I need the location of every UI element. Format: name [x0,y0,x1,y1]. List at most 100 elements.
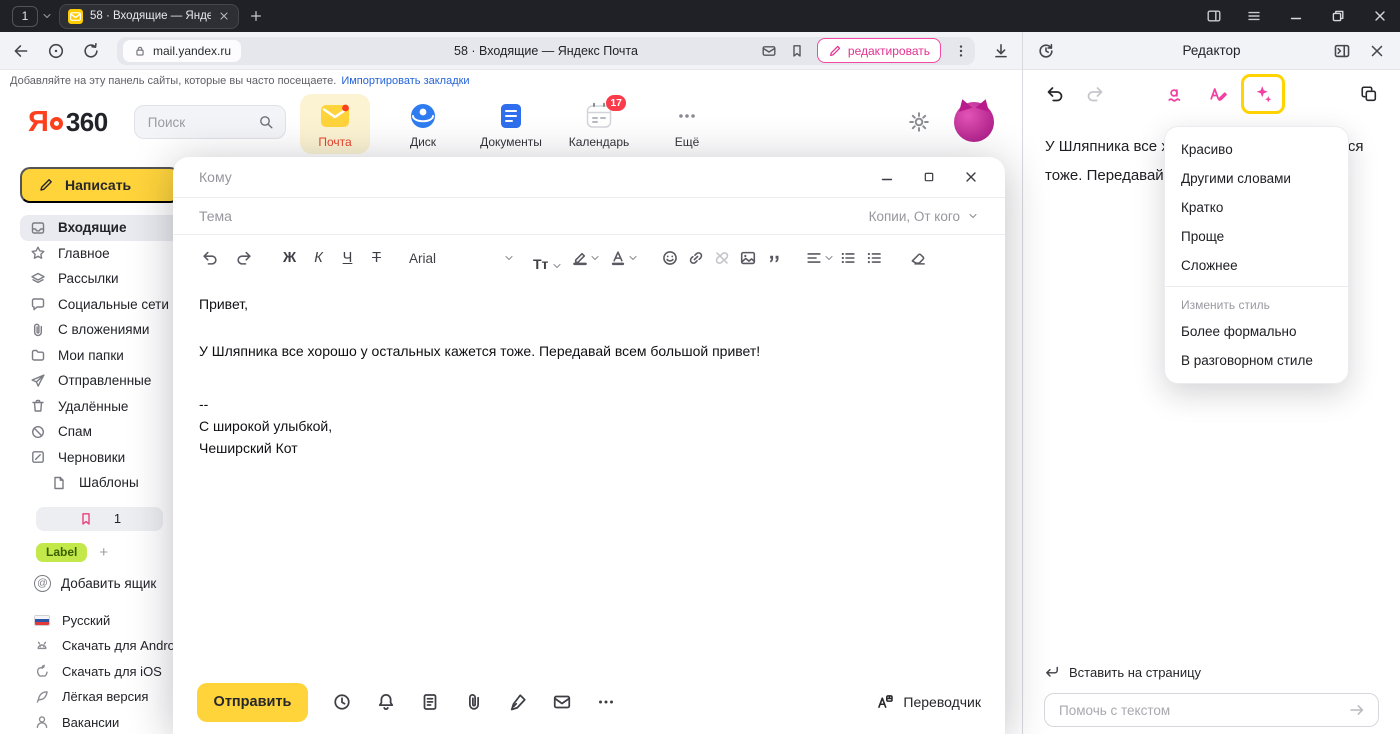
yandex-button-icon[interactable] [47,42,65,60]
window-minimize-button[interactable] [1288,8,1304,24]
compose-button[interactable]: Написать [20,167,180,203]
attach-file-icon[interactable] [464,692,484,712]
settings-gear-icon[interactable] [908,111,930,133]
compose-minimize-icon[interactable] [879,169,895,185]
rewrite-text-icon[interactable] [1203,77,1233,111]
clear-formatting-button[interactable] [905,244,931,272]
menu-item-beautiful[interactable]: Красиво [1165,135,1348,164]
editor-undo-button[interactable] [1045,84,1065,104]
align-button[interactable] [805,244,835,272]
avatar[interactable] [954,102,994,142]
blockquote-button[interactable] [761,244,787,272]
tab-panels-icon[interactable] [1206,8,1222,24]
menu-item-more-complex[interactable]: Сложнее [1165,251,1348,280]
insert-image-button[interactable] [735,244,761,272]
window-restore-button[interactable] [1330,8,1346,24]
text-color-button[interactable] [609,244,639,272]
bold-button[interactable]: Ж [275,244,304,272]
tab-list-chevron-icon[interactable] [41,10,53,22]
fix-errors-icon[interactable] [1161,77,1191,111]
back-button[interactable] [12,42,30,60]
service-docs[interactable]: Документы [476,94,546,154]
import-bookmarks-link[interactable]: Импортировать закладки [341,75,469,87]
schedule-send-icon[interactable] [332,692,352,712]
more-options-icon[interactable] [596,692,616,712]
menu-item-other-words[interactable]: Другими словами [1165,164,1348,193]
tab-counter[interactable]: 1 [12,6,38,27]
search-box[interactable] [134,105,286,139]
browser-menu-icon[interactable] [1246,8,1262,24]
menu-item-conversational[interactable]: В разговорном стиле [1165,346,1348,375]
undo-button[interactable] [197,244,223,272]
address-kebab-menu-icon[interactable] [953,43,969,59]
chevron-down-icon [551,260,563,272]
chevron-down-icon [627,252,639,264]
compose-to-row[interactable]: Кому [173,157,1005,198]
compose-close-icon[interactable] [963,169,979,185]
bulleted-list-button[interactable] [835,244,861,272]
highlight-color-button[interactable] [571,244,601,272]
font-family-select[interactable]: Arial [409,251,515,266]
more-services-icon [676,101,698,131]
open-in-panel-icon[interactable] [1333,42,1351,60]
address-bar[interactable]: mail.yandex.ru 58 · Входящие — Яндекс По… [117,37,975,65]
bookmarks-hint-text: Добавляйте на эту панель сайты, которые … [10,75,336,87]
compose-pencil-icon [38,177,54,193]
helper-input-box[interactable] [1044,693,1379,727]
redo-button[interactable] [231,244,257,272]
emoji-button[interactable] [657,244,683,272]
copy-text-icon[interactable] [1360,85,1378,103]
send-button[interactable]: Отправить [197,683,308,722]
menu-item-simpler[interactable]: Проще [1165,222,1348,251]
template-envelope-icon[interactable] [552,692,572,712]
helper-input[interactable] [1057,702,1340,719]
tab-close-icon[interactable] [218,10,230,22]
window-close-button[interactable] [1372,8,1388,24]
cc-from-toggle[interactable]: Копии, От кого [869,209,979,224]
submit-arrow-icon[interactable] [1348,701,1366,719]
service-more[interactable]: Ещё [652,94,722,154]
service-calendar[interactable]: 17 Календарь [564,94,634,154]
service-disk[interactable]: Диск [388,94,458,154]
numbered-list-button[interactable] [861,244,887,272]
address-bar-actions: редактировать [761,38,969,63]
history-icon[interactable] [1037,42,1055,60]
compose-maximize-icon[interactable] [922,170,936,184]
browser-tab[interactable]: 58 · Входящие — Янде... [59,4,239,29]
bookmark-icon[interactable] [789,43,805,59]
domain-chip[interactable]: mail.yandex.ru [123,40,241,62]
mail-notify-icon[interactable] [761,43,777,59]
menu-item-shorter[interactable]: Кратко [1165,193,1348,222]
signature-pen-icon[interactable] [508,692,528,712]
flagged-filter[interactable]: 1 [36,507,163,531]
reload-button[interactable] [82,42,100,60]
return-arrow-icon [1044,664,1060,680]
downloads-icon[interactable] [992,42,1010,60]
yandex-360-logo[interactable]: Я 360 [28,106,108,139]
font-size-select[interactable]: Тт [533,244,563,272]
insert-link-button[interactable] [683,244,709,272]
compose-window: Кому Тема Копии, От кого Ж К Ч Т [173,157,1005,734]
search-input[interactable] [146,114,250,131]
italic-button[interactable]: К [304,244,333,272]
notify-bell-icon[interactable] [376,692,396,712]
remove-link-button[interactable] [709,244,735,272]
compose-subject-row[interactable]: Тема Копии, От кого [173,198,1005,235]
add-label-button[interactable]: + [99,544,108,561]
new-tab-button[interactable] [249,9,263,23]
notes-icon[interactable] [420,692,440,712]
chat-icon [30,296,46,312]
translator-icon [876,693,894,711]
message-body[interactable]: Привет, У Шляпника все хорошо у остальны… [173,281,1005,670]
translator-button[interactable]: Переводчик [876,693,981,711]
strikethrough-button[interactable]: Т [362,244,391,272]
edit-mode-chip[interactable]: редактировать [817,38,941,63]
label-chip[interactable]: Label [36,543,87,562]
editor-close-icon[interactable] [1368,42,1386,60]
editor-redo-button[interactable] [1085,84,1105,104]
improve-text-sparkles-button[interactable] [1241,74,1285,114]
menu-item-more-formal[interactable]: Более формально [1165,317,1348,346]
underline-button[interactable]: Ч [333,244,362,272]
service-mail[interactable]: Почта [300,94,370,154]
insert-to-page-button[interactable]: Вставить на страницу [1044,664,1379,680]
